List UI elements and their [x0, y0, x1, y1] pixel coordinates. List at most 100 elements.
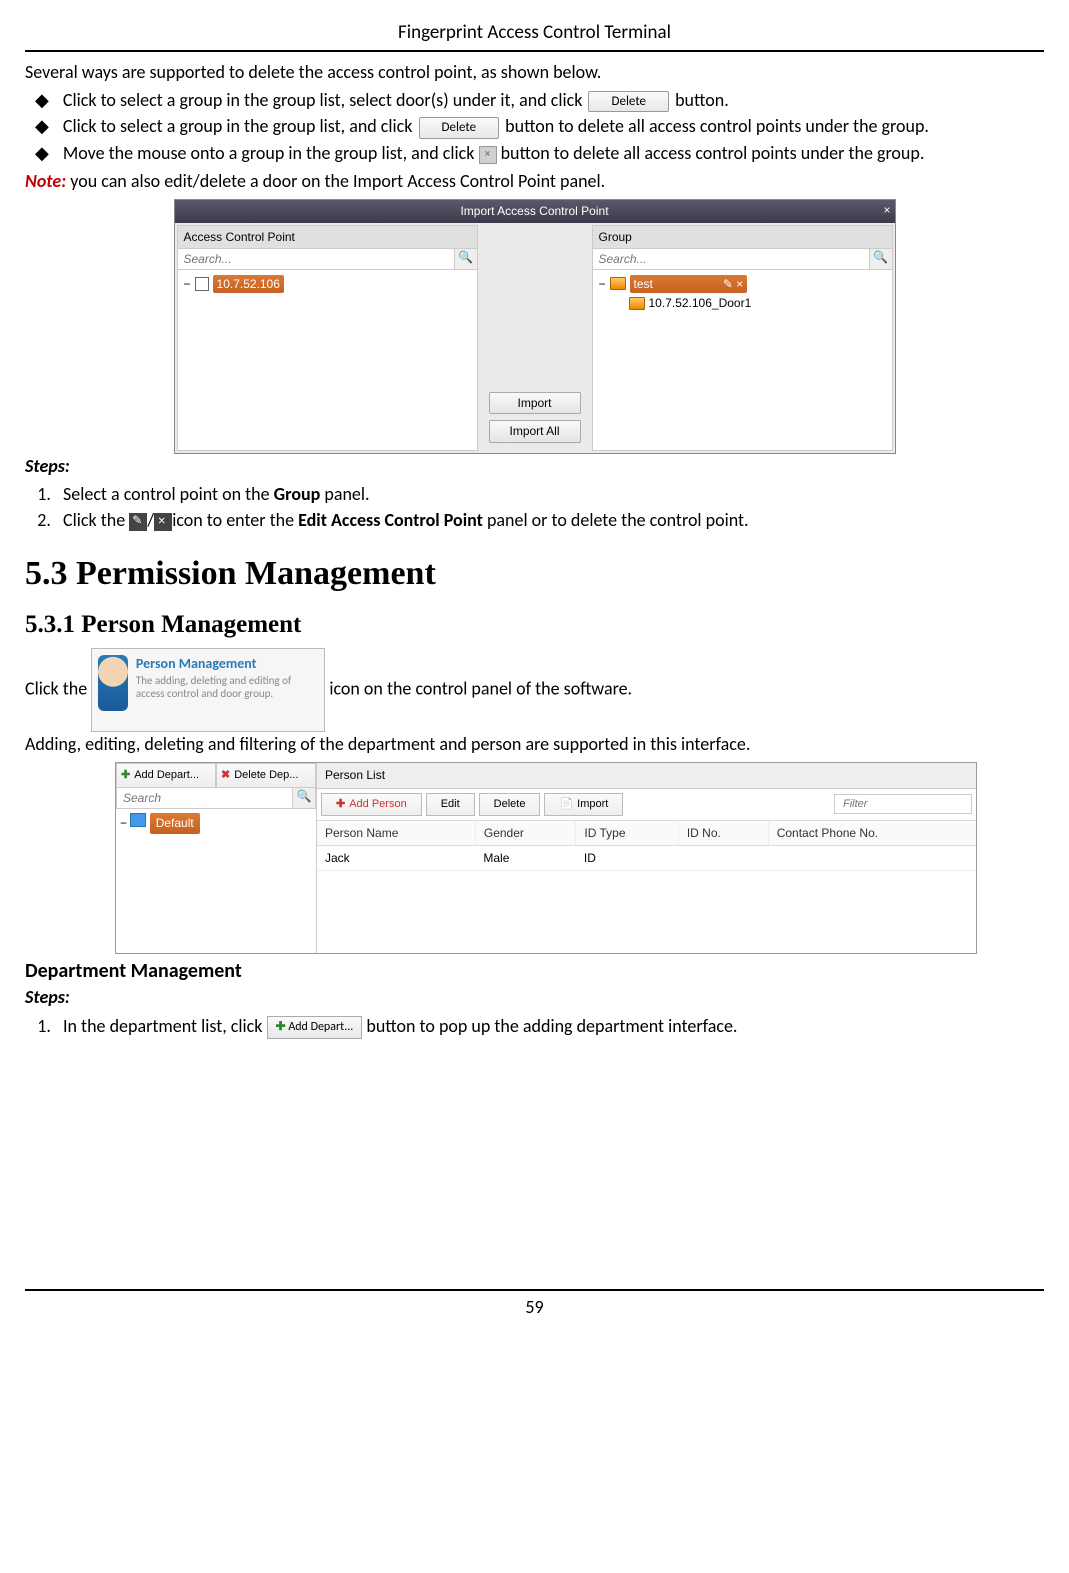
person-management-tile[interactable]: Person Management The adding, deleting a… [91, 648, 325, 732]
add-department-button[interactable]: ✚ Add Depart... [116, 763, 216, 788]
search-icon[interactable]: 🔍 [454, 249, 477, 269]
cell-name: Jack [317, 845, 475, 870]
subsection-heading: 5.3.1 Person Management [25, 608, 1044, 642]
step-item: In the department list, click ✚ Add Depa… [55, 1014, 1044, 1039]
group-label: test [634, 277, 653, 291]
close-icon[interactable]: × [883, 202, 890, 218]
bullet3-text-a: Move the mouse onto a group in the group… [63, 142, 475, 164]
import-all-button[interactable]: Import All [489, 420, 581, 442]
search-input[interactable] [117, 788, 292, 808]
cell-gender: Male [475, 845, 575, 870]
tile-title: Person Management [136, 655, 318, 674]
dept-mgmt-heading: Department Management [25, 958, 1044, 985]
intro-text: Several ways are supported to delete the… [25, 60, 1044, 84]
delete-button[interactable]: Delete [419, 117, 500, 139]
diamond-icon: ◆ [35, 88, 49, 112]
plus-icon: ✚ [276, 1020, 286, 1034]
col-person-name[interactable]: Person Name [317, 821, 475, 846]
step-text: panel. [320, 483, 369, 505]
person-management-panel: ✚ Add Depart... ✖ Delete Dep... 🔍 − Defaul… [115, 762, 977, 954]
btn-label: Add Depart... [134, 768, 199, 783]
step-text: Select a control point on the [63, 483, 274, 505]
step-item: Click the /icon to enter the Edit Access… [55, 508, 1044, 532]
diamond-icon: ◆ [35, 114, 49, 138]
col-id-type[interactable]: ID Type [576, 821, 678, 846]
tile-desc: The adding, deleting and editing of acce… [136, 674, 318, 700]
department-tree[interactable]: − Default [116, 809, 316, 953]
delete-button[interactable]: Delete [588, 91, 669, 113]
delete-button[interactable]: Delete [479, 793, 541, 816]
folder-icon [610, 277, 626, 290]
close-icon[interactable]: × [736, 277, 743, 291]
search-icon[interactable]: 🔍 [292, 788, 315, 808]
close-icon[interactable] [154, 513, 172, 531]
steps-list: Select a control point on the Group pane… [55, 482, 1044, 533]
step-text: / [147, 509, 154, 531]
bullet1-text-b: button. [675, 89, 729, 111]
steps-list-2: In the department list, click ✚ Add Depa… [55, 1014, 1044, 1039]
page-number: 59 [25, 1289, 1044, 1319]
add-person-button[interactable]: ✚ Add Person [321, 793, 422, 816]
pencil-icon[interactable]: ✎ [723, 277, 733, 291]
search-input[interactable] [593, 249, 869, 269]
search-icon[interactable]: 🔍 [869, 249, 892, 269]
cell-idtype: ID [576, 845, 678, 870]
step-bold: Edit Access Control Point [298, 509, 483, 531]
bullet1-text-a: Click to select a group in the group lis… [63, 89, 583, 111]
device-icon [195, 277, 209, 291]
step-text: panel or to delete the control point. [483, 509, 749, 531]
dialog-title: Import Access Control Point [460, 204, 608, 218]
left-pane-header: Access Control Point [178, 226, 477, 249]
pm-line2: Adding, editing, deleting and filtering … [25, 732, 1044, 756]
import-button[interactable]: Import [489, 392, 581, 414]
plus-icon: ✚ [336, 797, 345, 812]
tree-node-device[interactable]: 10.7.52.106 [213, 275, 284, 293]
section-heading: 5.3 Permission Management [25, 551, 1044, 597]
diamond-icon: ◆ [35, 141, 49, 165]
plus-icon: ✚ [121, 768, 130, 783]
import-access-control-point-panel: Import Access Control Point × Access Con… [174, 199, 896, 453]
tree-expander[interactable]: − [599, 276, 606, 292]
col-phone[interactable]: Contact Phone No. [768, 821, 976, 846]
person-table: Person Name Gender ID Type ID No. Contac… [317, 821, 976, 871]
step-bold: Group [274, 483, 321, 505]
tree-node-door[interactable]: 10.7.52.106_Door1 [649, 295, 752, 311]
tree-expander[interactable]: − [120, 816, 127, 830]
filter-input[interactable] [834, 794, 972, 814]
import-icon: 📄 [559, 797, 573, 812]
tree-expander[interactable]: − [184, 276, 191, 292]
search-input[interactable] [178, 249, 454, 269]
page-header: Fingerprint Access Control Terminal [25, 20, 1044, 52]
tree-node-default[interactable]: Default [150, 813, 200, 833]
group-tree[interactable]: − test ✎ × 10.7.52.106_Door1 [593, 270, 892, 450]
close-icon[interactable]: × [479, 146, 497, 164]
tree-node-group[interactable]: test ✎ × [630, 275, 748, 293]
col-id-no[interactable]: ID No. [678, 821, 768, 846]
delete-department-button[interactable]: ✖ Delete Dep... [216, 763, 316, 788]
steps-label: Steps: [25, 454, 1044, 478]
cell-idno [678, 845, 768, 870]
import-button[interactable]: 📄 Import [544, 793, 623, 816]
step-text: button to pop up the adding department i… [366, 1015, 737, 1037]
bullet3-text-b: button to delete all access control poin… [501, 142, 925, 164]
note-label: Note: [25, 170, 66, 192]
add-department-button[interactable]: ✚ Add Depart... [267, 1016, 363, 1038]
steps-label: Steps: [25, 985, 1044, 1009]
col-gender[interactable]: Gender [475, 821, 575, 846]
cell-phone [768, 845, 976, 870]
step-item: Select a control point on the Group pane… [55, 482, 1044, 506]
bullet2-text-b: button to delete all access control poin… [505, 115, 929, 137]
access-point-tree[interactable]: − 10.7.52.106 [178, 270, 477, 450]
step-text: icon to enter the [172, 509, 298, 531]
btn-label: Add Person [349, 797, 406, 812]
pencil-icon[interactable] [129, 513, 147, 531]
table-row[interactable]: Jack Male ID [317, 845, 976, 870]
btn-label: Import [577, 797, 608, 812]
edit-button[interactable]: Edit [426, 793, 475, 816]
btn-label: Delete Dep... [234, 768, 298, 783]
step-text: In the department list, click [63, 1015, 262, 1037]
pm-line1b: icon on the control panel of the softwar… [329, 677, 632, 699]
x-icon: ✖ [221, 768, 230, 783]
bullet2-text-a: Click to select a group in the group lis… [63, 115, 413, 137]
person-icon [98, 655, 128, 711]
